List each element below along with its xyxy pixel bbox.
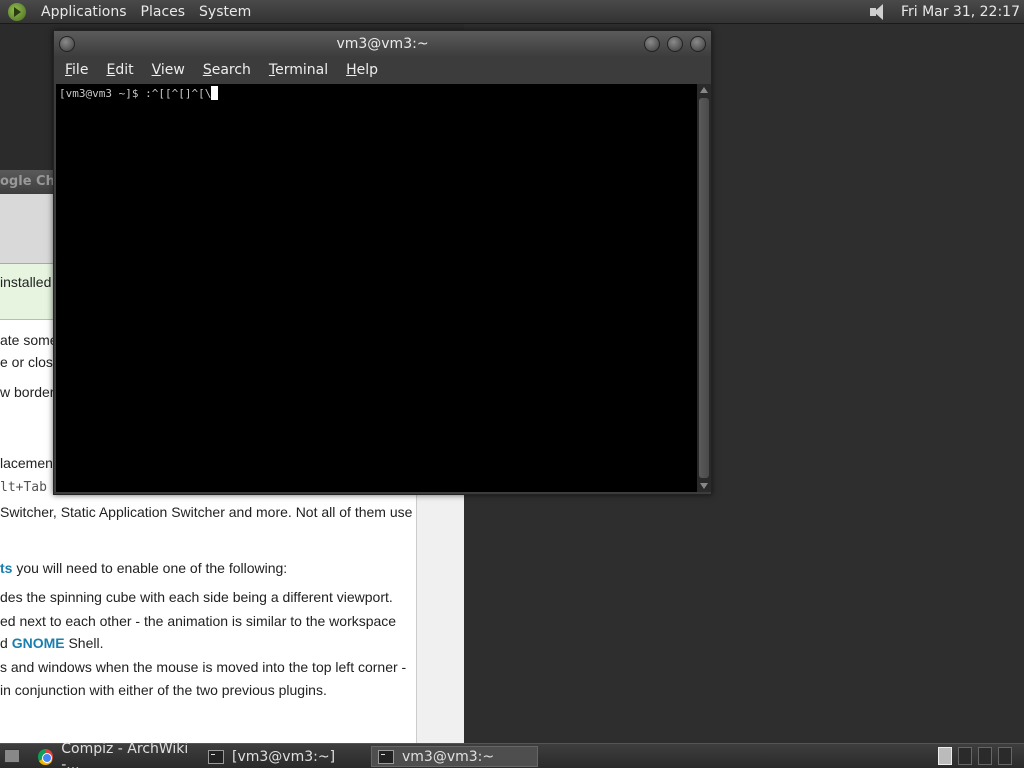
top-panel: Applications Places System Fri Mar 31, 2… [0, 0, 1024, 24]
task-label: vm3@vm3:~ [402, 748, 495, 765]
workspace-3[interactable] [978, 747, 992, 765]
text-cursor [211, 86, 219, 100]
minimize-icon[interactable] [644, 36, 660, 52]
menu-places[interactable]: Places [134, 4, 193, 20]
content-text: you will need to enable one of the follo… [16, 560, 288, 576]
terminal-menubar: File Edit View Search Terminal Help [54, 57, 711, 83]
task-terminal-2[interactable]: vm3@vm3:~ [371, 746, 538, 767]
workspace-2[interactable] [958, 747, 972, 765]
maximize-icon[interactable] [667, 36, 683, 52]
menu-view[interactable]: View [143, 62, 194, 78]
show-desktop-icon[interactable] [4, 749, 20, 763]
menu-system[interactable]: System [192, 4, 258, 20]
content-line: d GNOME Shell. [0, 635, 416, 651]
scroll-up-icon[interactable] [700, 87, 708, 93]
chrome-icon [38, 748, 54, 765]
distro-logo-icon[interactable] [8, 2, 26, 21]
content-line: Switcher, Static Application Switcher an… [0, 504, 413, 520]
menu-terminal[interactable]: Terminal [260, 62, 337, 78]
content-text: d [0, 635, 12, 651]
workspace-4[interactable] [998, 747, 1012, 765]
terminal-window[interactable]: vm3@vm3:~ File Edit View Search Terminal… [53, 30, 712, 495]
gnome-link[interactable]: GNOME [12, 635, 65, 651]
volume-icon[interactable] [867, 2, 889, 22]
content-text: Shell. [68, 635, 104, 651]
content-line: ts you will need to enable one of the fo… [0, 560, 416, 576]
terminal-title-bar[interactable]: vm3@vm3:~ [54, 31, 711, 57]
content-line: des the spinning cube with each side bei… [0, 589, 393, 605]
terminal-icon [208, 749, 224, 764]
taskbar: Compiz - ArchWiki -... [vm3@vm3:~] vm3@v… [0, 741, 1024, 768]
menu-help[interactable]: Help [337, 62, 387, 78]
scrollbar-thumb[interactable] [699, 98, 709, 478]
menu-edit[interactable]: Edit [97, 62, 142, 78]
window-menu-icon[interactable] [59, 36, 75, 52]
menu-applications[interactable]: Applications [34, 4, 134, 20]
content-line: in conjunction with either of the two pr… [0, 682, 327, 698]
terminal-icon [378, 749, 394, 764]
terminal-screen[interactable]: [vm3@vm3 ~]$ :^[[^[]^[\ [56, 84, 697, 492]
task-label: Compiz - ArchWiki -... [61, 740, 189, 768]
close-icon[interactable] [690, 36, 706, 52]
menu-search[interactable]: Search [194, 62, 260, 78]
task-browser[interactable]: Compiz - ArchWiki -... [32, 741, 204, 768]
content-line: ed next to each other - the animation is… [0, 613, 397, 629]
prompt-line: [vm3@vm3 ~]$ :^[[^[]^[\ [59, 87, 212, 100]
task-terminal-1[interactable]: [vm3@vm3:~] [202, 746, 370, 767]
scroll-down-icon[interactable] [700, 483, 708, 489]
clock[interactable]: Fri Mar 31, 22:17 [901, 4, 1020, 20]
task-label: [vm3@vm3:~] [232, 748, 336, 765]
workspace-1[interactable] [938, 747, 952, 765]
content-link[interactable]: ts [0, 560, 12, 576]
terminal-title: vm3@vm3:~ [336, 36, 429, 52]
terminal-scrollbar[interactable] [697, 84, 711, 492]
menu-file[interactable]: File [56, 62, 97, 78]
content-line: s and windows when the mouse is moved in… [0, 659, 407, 675]
